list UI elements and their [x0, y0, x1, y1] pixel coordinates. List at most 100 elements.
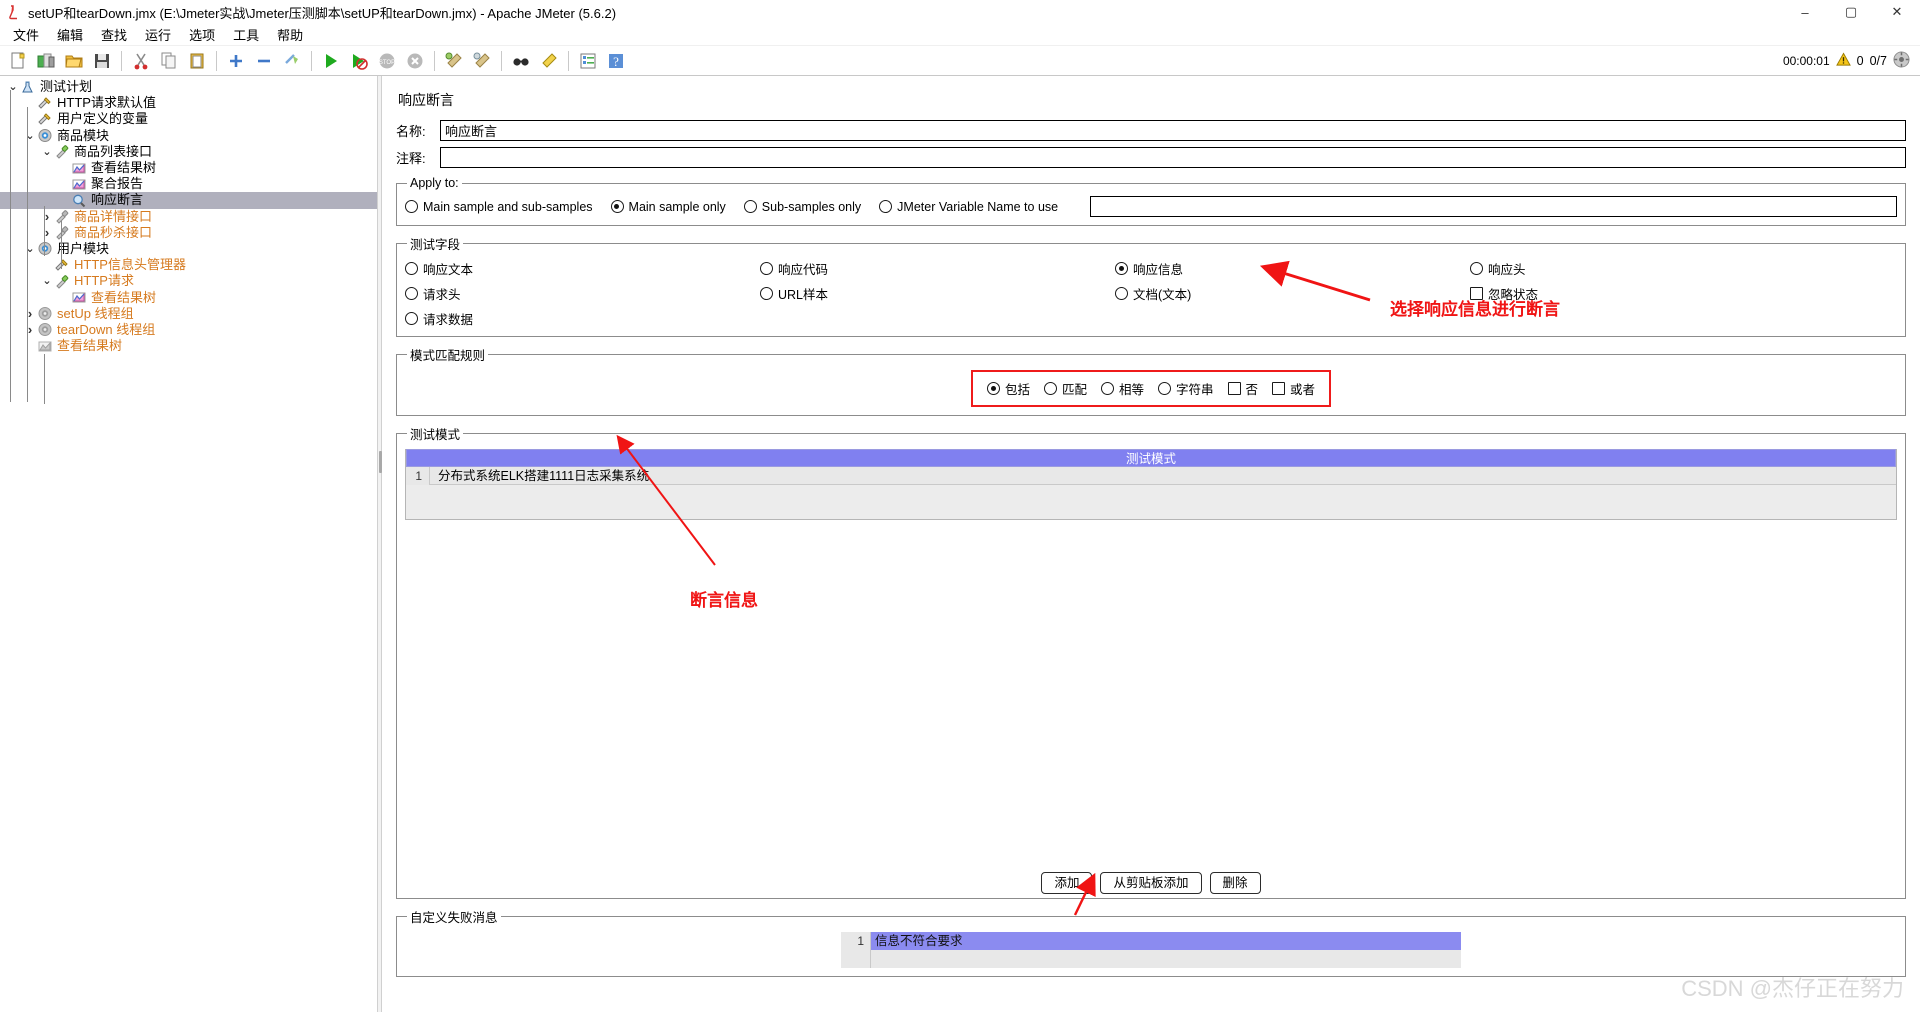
reset-search-icon[interactable] — [537, 49, 561, 73]
tree-toggle-15[interactable]: › — [23, 322, 37, 338]
radio-请求头[interactable] — [405, 287, 418, 300]
tree-toggle-10[interactable]: ⌄ — [23, 241, 37, 257]
comment-input[interactable] — [440, 147, 1906, 168]
clear-icon[interactable] — [442, 49, 466, 73]
paste-icon[interactable] — [185, 49, 209, 73]
menu-edit[interactable]: 编辑 — [48, 23, 92, 46]
tree-node-16[interactable]: 查看结果树 — [0, 338, 377, 354]
radio-文档(文本)[interactable] — [1115, 287, 1128, 300]
menu-run[interactable]: 运行 — [136, 23, 180, 46]
templates-icon[interactable] — [34, 49, 58, 73]
menu-help[interactable]: 帮助 — [268, 23, 312, 46]
radio-URL样本[interactable] — [760, 287, 773, 300]
cut-icon[interactable] — [129, 49, 153, 73]
menu-tools[interactable]: 工具 — [224, 23, 268, 46]
pattern-rules-options[interactable]: 包括 匹配 相等 字符串 否 或者 — [970, 370, 1332, 407]
tree-node-5[interactable]: 查看结果树 — [0, 160, 377, 176]
test-patterns-buttons[interactable]: 添加 从剪贴板添加 删除 — [405, 872, 1897, 894]
delete-button[interactable]: 删除 — [1209, 872, 1261, 894]
apply-to-option-3[interactable]: JMeter Variable Name to use — [879, 200, 1058, 214]
radio-包括[interactable] — [986, 382, 1000, 395]
start-no-pauses-icon[interactable] — [347, 49, 371, 73]
pattern-rule-option-相等[interactable]: 相等 — [1100, 379, 1144, 398]
test-plan-tree[interactable]: ⌄ 测试计划 HTTP请求默认值 用户定义的变量 ⌄ 商品模块 ⌄ 商品列表接口 查看结果树 聚合… — [0, 76, 377, 404]
expand-icon[interactable] — [224, 49, 248, 73]
tree-node-4[interactable]: ⌄ 商品列表接口 — [0, 144, 377, 160]
tree-node-10[interactable]: ⌄ 用户模块 — [0, 241, 377, 257]
help-icon[interactable]: ? — [604, 49, 628, 73]
tree-toggle-4[interactable]: ⌄ — [40, 144, 54, 160]
test-field-option-响应文本[interactable]: 响应文本 — [405, 259, 742, 278]
toggle-icon[interactable] — [280, 49, 304, 73]
custom-failure-row[interactable]: 信息不符合要求 — [871, 932, 1461, 950]
apply-to-option-2[interactable]: Sub-samples only — [743, 200, 861, 214]
custom-failure-row-empty[interactable] — [871, 950, 1461, 968]
test-patterns-body[interactable]: 1 分布式系统ELK搭建1111日志采集系统 — [406, 466, 1896, 519]
test-field-option-响应信息[interactable]: 响应信息 — [1115, 259, 1452, 278]
test-field-option-响应头[interactable]: 响应头 — [1470, 259, 1879, 278]
test-field-option-请求数据[interactable]: 请求数据 — [405, 309, 742, 328]
tree-node-8[interactable]: › 商品详情接口 — [0, 209, 377, 225]
tree-toggle-14[interactable]: › — [23, 306, 37, 322]
radio-Main sample only[interactable] — [610, 200, 624, 213]
tree-toggle-0[interactable]: ⌄ — [6, 79, 20, 95]
clear-all-icon[interactable] — [470, 49, 494, 73]
remote-engine-icon[interactable] — [1893, 50, 1910, 71]
radio-Sub-samples only[interactable] — [743, 200, 757, 213]
radio-Main sample and sub-samples[interactable] — [405, 200, 418, 213]
apply-to-option-1[interactable]: Main sample only — [610, 200, 726, 214]
radio-响应信息[interactable] — [1115, 262, 1128, 275]
jmeter-variable-input[interactable] — [1090, 196, 1897, 217]
table-cell-pattern[interactable]: 分布式系统ELK搭建1111日志采集系统 — [430, 467, 649, 485]
test-field-options[interactable]: 响应文本 响应代码 响应信息 响应头 请求头 URL样本 文档(文本) 忽略状态 请求数据 — [405, 259, 1897, 328]
custom-failure-table[interactable]: 1 信息不符合要求 — [841, 932, 1461, 968]
new-icon[interactable] — [6, 49, 30, 73]
apply-to-option-0[interactable]: Main sample and sub-samples — [405, 200, 593, 214]
tree-node-1[interactable]: HTTP请求默认值 — [0, 95, 377, 111]
pattern-rule-option-否[interactable]: 否 — [1227, 379, 1258, 398]
collapse-icon[interactable] — [252, 49, 276, 73]
maximize-button[interactable]: ▢ — [1828, 0, 1874, 24]
tree-node-13[interactable]: 查看结果树 — [0, 289, 377, 305]
minimize-button[interactable]: – — [1782, 0, 1828, 24]
menu-search[interactable]: 查找 — [92, 23, 136, 46]
table-row[interactable]: 1 分布式系统ELK搭建1111日志采集系统 — [406, 466, 1896, 485]
radio-字符串[interactable] — [1158, 382, 1171, 395]
apply-to-options[interactable]: Main sample and sub-samples Main sample o… — [405, 196, 1897, 217]
tree-toggle-9[interactable]: › — [40, 225, 54, 241]
tree-node-15[interactable]: › tearDown 线程组 — [0, 322, 377, 338]
copy-icon[interactable] — [157, 49, 181, 73]
warning-triangle-icon[interactable] — [1835, 51, 1851, 70]
pattern-rule-option-匹配[interactable]: 匹配 — [1043, 379, 1087, 398]
tree-node-6[interactable]: 聚合报告 — [0, 176, 377, 192]
tree-node-2[interactable]: 用户定义的变量 — [0, 111, 377, 127]
checkbox-否[interactable] — [1227, 382, 1241, 395]
pattern-rule-option-包括[interactable]: 包括 — [986, 379, 1030, 398]
pattern-rule-option-或者[interactable]: 或者 — [1272, 379, 1315, 398]
tree-toggle-8[interactable]: › — [40, 209, 54, 225]
radio-JMeter Variable Name to use[interactable] — [879, 200, 893, 213]
test-field-option-响应代码[interactable]: 响应代码 — [760, 259, 1097, 278]
tree-toggle-12[interactable]: ⌄ — [40, 273, 54, 289]
test-field-option-请求头[interactable]: 请求头 — [405, 284, 742, 303]
open-icon[interactable] — [62, 49, 86, 73]
radio-响应头[interactable] — [1470, 262, 1483, 275]
tree-node-9[interactable]: › 商品秒杀接口 — [0, 225, 377, 241]
search-icon[interactable] — [509, 49, 533, 73]
tree-node-11[interactable]: HTTP信息头管理器 — [0, 257, 377, 273]
menu-options[interactable]: 选项 — [180, 23, 224, 46]
function-helper-icon[interactable] — [576, 49, 600, 73]
radio-响应代码[interactable] — [760, 262, 773, 275]
test-patterns-table[interactable]: 测试模式 1 分布式系统ELK搭建1111日志采集系统 — [405, 449, 1897, 520]
save-icon[interactable] — [90, 49, 114, 73]
tree-node-12[interactable]: ⌄ HTTP请求 — [0, 273, 377, 289]
name-input[interactable] — [440, 120, 1906, 141]
tree-node-0[interactable]: ⌄ 测试计划 — [0, 79, 377, 95]
close-button[interactable]: ✕ — [1874, 0, 1920, 24]
add-from-clipboard-button[interactable]: 从剪贴板添加 — [1100, 872, 1202, 894]
tree-node-3[interactable]: ⌄ 商品模块 — [0, 128, 377, 144]
tree-node-7[interactable]: 响应断言 — [0, 192, 377, 209]
radio-相等[interactable] — [1100, 382, 1114, 395]
start-icon[interactable] — [319, 49, 343, 73]
radio-匹配[interactable] — [1043, 382, 1057, 395]
